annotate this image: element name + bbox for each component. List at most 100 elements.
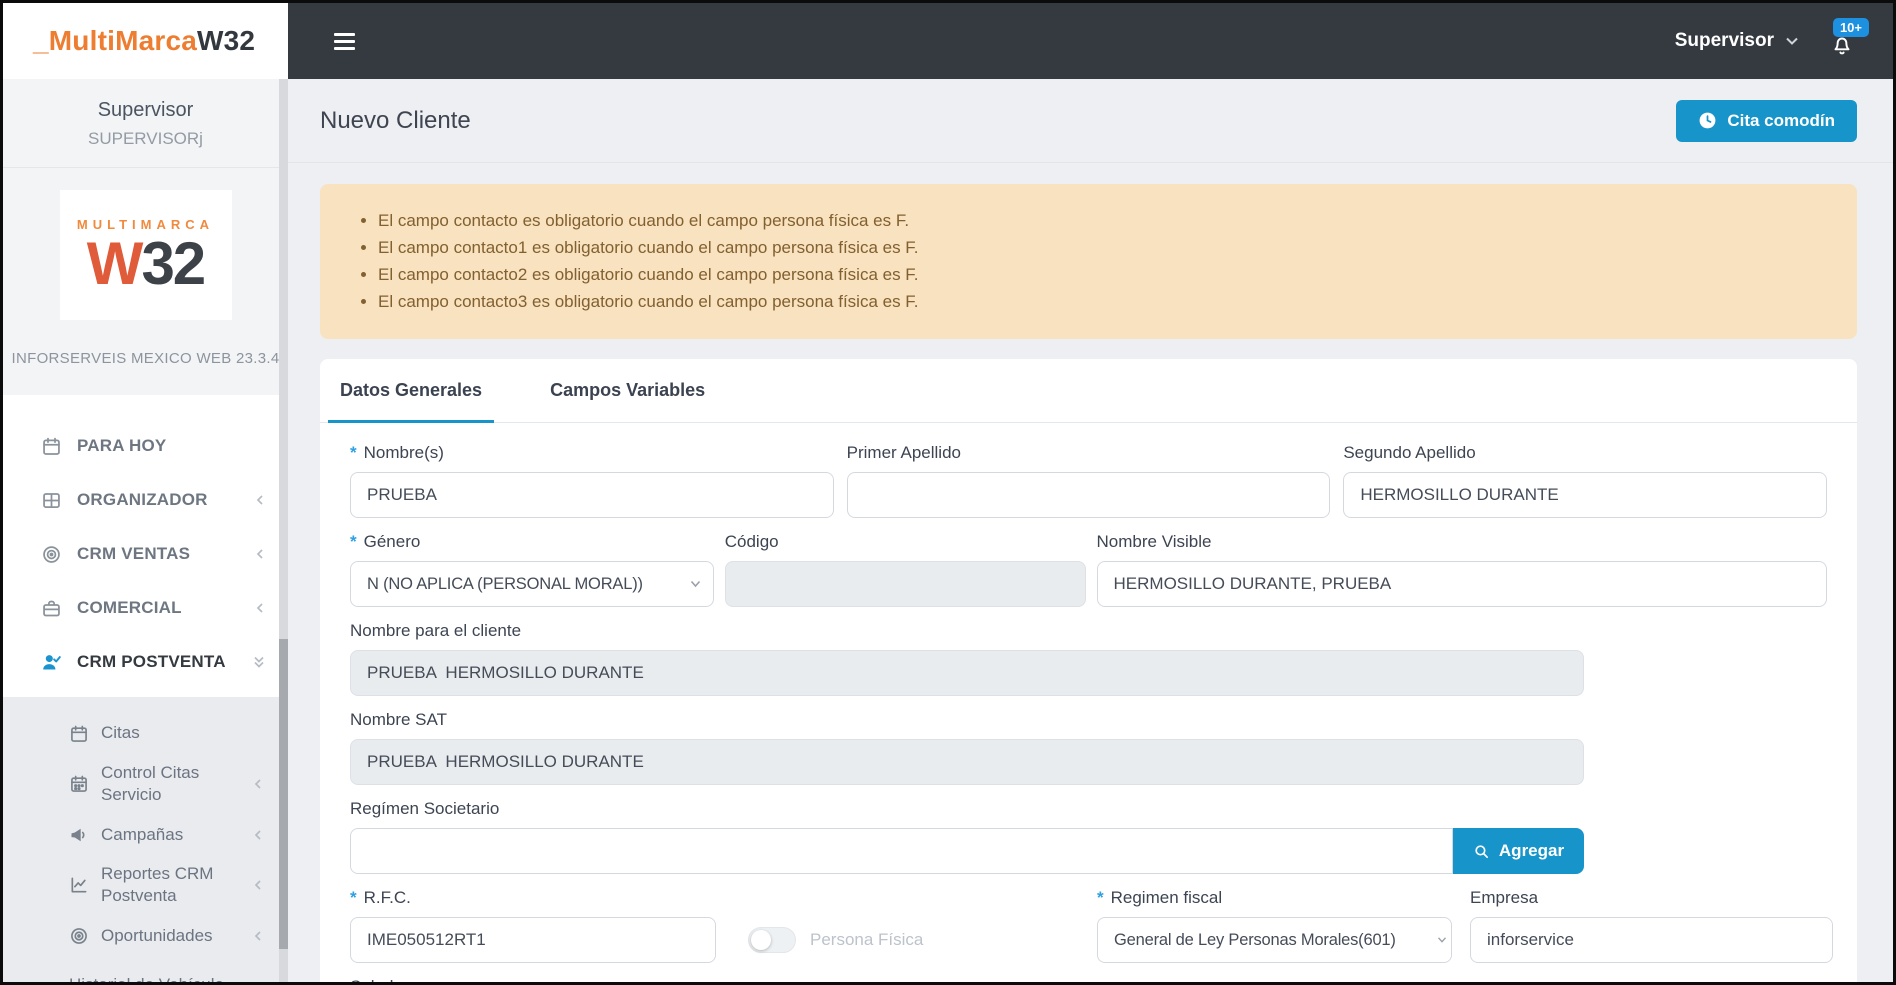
submenu-item-control-citas-servicio[interactable]: Control Citas Servicio [3,758,288,810]
megaphone-icon [69,825,89,845]
submenu-item-citas[interactable]: Citas [3,709,288,758]
sidebar-scrollbar-thumb[interactable] [279,639,288,949]
sidebar-scrollbar[interactable] [279,79,288,982]
required-marker: * [350,888,357,907]
sidebar-submenu: Citas Control Citas Servicio Campañas Re… [3,697,288,982]
chevron-left-icon [252,777,264,791]
regimen-fiscal-select[interactable]: General de Ley Personas Morales(601) [1097,917,1452,963]
field-saludo-label-partial: Saludo [350,977,1827,982]
page-title: Nuevo Cliente [320,106,471,134]
field-nombre-sat: Nombre SAT [350,710,1827,785]
sidebar-menu: PARA HOY ORGANIZADOR CRM VENTAS COMERCIA… [3,395,288,697]
field-persona-fisica: Persona Física [734,917,1079,963]
topbar-main: Supervisor 10+ [288,3,1893,79]
submenu-item-label: Historial de Vehículo [69,974,224,982]
sidebar-item-comercial[interactable]: COMERCIAL [3,581,288,635]
sidebar-item-crm-postventa[interactable]: CRM POSTVENTA [3,635,288,689]
calendar-icon [69,724,89,744]
sidebar-item-label: ORGANIZADOR [77,490,208,509]
main-content: Nuevo Cliente Cita comodín El campo cont… [288,79,1893,982]
tab-bar: Datos Generales Campos Variables [320,359,1857,423]
cita-comodin-button[interactable]: Cita comodín [1676,99,1857,142]
brand-prefix: _MultiMarca [33,25,198,56]
hamburger-icon[interactable] [334,32,355,50]
submenu-item-label: Control Citas Servicio [101,763,200,805]
notifications-button[interactable]: 10+ [1829,18,1869,58]
client-form-card: Datos Generales Campos Variables * Nombre… [320,359,1857,982]
chevron-left-icon [252,828,264,842]
primer-apellido-input[interactable] [846,472,1331,518]
sidebar-item-label: CRM POSTVENTA [77,652,226,671]
nombre-sat-input [350,739,1584,785]
user-check-icon [41,652,62,673]
target-icon [41,544,62,565]
validation-message: El campo contacto3 es obligatorio cuando… [378,292,1837,312]
user-menu[interactable]: Supervisor [1675,30,1799,52]
field-regimen-societario: Regímen Societario Agregar [350,799,1827,874]
field-label: Nombre(s) [363,443,444,462]
submenu-item-historial-de-vehiculo[interactable]: Historial de Vehículo [3,960,288,982]
field-label: Regimen fiscal [1110,888,1223,907]
validation-message: El campo contacto2 es obligatorio cuando… [378,265,1837,285]
chevron-down-icon [1437,937,1447,944]
chevron-down-icon [1785,36,1799,46]
empresa-input[interactable] [1470,917,1833,963]
toggle-knob [751,930,771,950]
clock-icon [1698,111,1717,130]
chevron-left-icon [252,878,264,892]
segundo-apellido-input[interactable] [1343,472,1827,518]
rfc-input[interactable] [350,917,716,963]
sidebar-logo: MULTIMARCA W32 [59,190,232,320]
chevron-left-icon [254,547,266,561]
sidebar-item-label: CRM VENTAS [77,544,191,563]
agregar-label: Agregar [1498,841,1565,860]
tab-campos-variables[interactable]: Campos Variables [538,359,717,422]
chevron-left-icon [252,929,264,943]
field-nombres: * Nombre(s) [350,443,834,518]
persona-fisica-toggle[interactable] [748,927,796,953]
field-nombre-cliente: Nombre para el cliente [350,621,1827,696]
tab-datos-generales[interactable]: Datos Generales [328,359,495,423]
briefcase-icon [41,598,62,619]
agregar-button[interactable]: Agregar [1453,828,1584,874]
submenu-item-oportunidades[interactable]: Oportunidades [3,911,288,960]
app-version: INFORSERVEIS MEXICO WEB 23.3.4 [11,350,280,367]
sidebar-item-crm-ventas[interactable]: CRM VENTAS [3,527,288,581]
sidebar-item-organizador[interactable]: ORGANIZADOR [3,473,288,527]
field-primer-apellido: Primer Apellido [846,443,1331,518]
submenu-item-campanas[interactable]: Campañas [3,810,288,859]
submenu-item-reportes-crm-postventa[interactable]: Reportes CRM Postventa [3,859,288,911]
field-codigo: Código [724,532,1086,607]
brand-text: _MultiMarcaW32 [33,25,255,57]
persona-fisica-label: Persona Física [810,930,924,949]
field-regimen-fiscal: * Regimen fiscal General de Ley Personas … [1097,888,1452,963]
target-icon [69,926,89,946]
notification-badge: 10+ [1832,18,1869,37]
field-label: Código [724,532,779,551]
required-marker: * [350,532,357,551]
user-menu-label: Supervisor [1674,30,1774,51]
topbar-right: Supervisor 10+ [1675,18,1869,58]
nombre-cliente-input [350,650,1584,696]
submenu-item-label: Oportunidades [101,925,213,945]
required-marker: * [350,443,357,462]
genero-select[interactable]: N (NO APLICA (PERSONAL MORAL)) [350,561,714,607]
field-empresa: Empresa [1470,888,1833,963]
field-label: R.F.C. [363,888,411,907]
topbar: _MultiMarcaW32 Supervisor 10+ [3,3,1893,79]
nombre-visible-input[interactable] [1096,561,1827,607]
cita-comodin-label: Cita comodín [1727,110,1835,130]
validation-message: El campo contacto es obligatorio cuando … [378,211,1837,231]
field-rfc: * R.F.C. [350,888,716,963]
sidebar-top: Supervisor SUPERVISORj MULTIMARCA W32 IN… [3,79,288,395]
search-icon [1473,843,1490,860]
regimen-societario-input[interactable] [350,828,1453,874]
grid-icon [41,490,62,511]
chevron-down-icon [690,580,701,588]
nombres-input[interactable] [350,472,834,518]
app-window: _MultiMarcaW32 Supervisor 10+ Supervisor… [0,0,1896,985]
validation-alert: El campo contacto es obligatorio cuando … [320,184,1857,339]
chevron-left-icon [254,493,266,507]
sidebar-item-para-hoy[interactable]: PARA HOY [3,419,288,473]
codigo-input [724,561,1086,607]
